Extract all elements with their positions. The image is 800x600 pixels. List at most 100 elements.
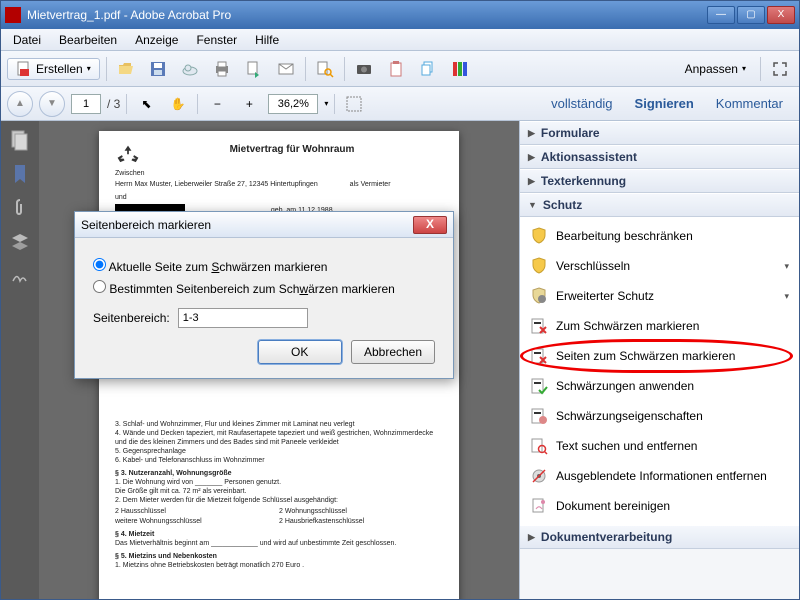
thumbnails-icon[interactable] (9, 129, 31, 151)
maximize-button[interactable]: ▢ (737, 6, 765, 24)
seitenbereich-dialog: Seitenbereich markieren X Aktuelle Seite… (74, 211, 454, 379)
menu-fenster[interactable]: Fenster (188, 31, 245, 49)
chevron-down-icon[interactable]: ▾ (324, 99, 328, 108)
doc-line: 6. Kabel- und Telefonanschluss im Wohnzi… (115, 456, 443, 465)
colorpicker-button[interactable] (447, 56, 473, 82)
close-button[interactable]: X (767, 6, 795, 24)
cloud-button[interactable] (177, 56, 203, 82)
zoom-in-button[interactable]: + (236, 91, 262, 117)
attachments-icon[interactable] (9, 197, 31, 219)
window-title: Mietvertrag_1.pdf - Adobe Acrobat Pro (27, 8, 707, 22)
export-button[interactable] (241, 56, 267, 82)
schutz-item-4[interactable]: Seiten zum Schwärzen markieren (520, 341, 799, 371)
plus-icon: + (246, 97, 253, 111)
doc-line: 1. Mietzins ohne Betriebskosten beträgt … (115, 561, 443, 570)
menu-hilfe[interactable]: Hilfe (247, 31, 287, 49)
doc-line: 4. Wände und Decken tapeziert, mit Raufa… (115, 429, 443, 438)
snapshot-button[interactable] (351, 56, 377, 82)
schutz-item-6[interactable]: Schwärzungseigenschaften (520, 401, 799, 431)
print-icon (213, 60, 231, 78)
option-page-range[interactable]: Bestimmten Seitenbereich zum Schwärzen m… (93, 280, 435, 296)
hand-tool-button[interactable]: ✋ (165, 91, 191, 117)
signatures-icon[interactable] (9, 265, 31, 287)
menu-datei[interactable]: Datei (5, 31, 49, 49)
combine-button[interactable] (415, 56, 441, 82)
range-input[interactable] (178, 308, 308, 328)
create-pdf-icon (16, 61, 32, 77)
clipboard-icon (387, 60, 405, 78)
chevron-right-icon: ▶ (528, 152, 535, 163)
anpassen-button[interactable]: Anpassen ▾ (677, 60, 754, 78)
schutz-item-9[interactable]: Dokument bereinigen (520, 491, 799, 521)
radio-current-page[interactable] (93, 258, 106, 271)
section-label: Formulare (541, 126, 600, 140)
email-button[interactable] (273, 56, 299, 82)
schutz-item-label: Erweiterter Schutz (556, 289, 654, 303)
menubar: Datei Bearbeiten Anzeige Fenster Hilfe (1, 29, 799, 51)
print-button[interactable] (209, 56, 235, 82)
doc-line: Das Mietverhältnis beginnt am __________… (115, 539, 443, 548)
section-label: Texterkennung (541, 174, 626, 188)
schutz-item-1[interactable]: Verschlüsseln▾ (520, 251, 799, 281)
zoom-input[interactable] (268, 94, 318, 114)
kommentar-link[interactable]: Kommentar (706, 92, 793, 115)
open-button[interactable] (113, 56, 139, 82)
doc-s3-head: § 3. Nutzeranzahl, Wohnungsgröße (115, 469, 443, 478)
select-tool-button[interactable]: ⬉ (133, 91, 159, 117)
schutz-item-label: Bearbeitung beschränken (556, 229, 693, 243)
ok-button[interactable]: OK (258, 340, 342, 364)
marquee-zoom-button[interactable] (341, 91, 367, 117)
prev-page-button[interactable]: ▲ (7, 91, 33, 117)
dialog-close-button[interactable]: X (413, 216, 447, 234)
find-button[interactable] (312, 56, 338, 82)
erstellen-label: Erstellen (36, 62, 83, 76)
cancel-button[interactable]: Abbrechen (351, 340, 435, 364)
section-aktionsassistent[interactable]: ▶Aktionsassistent (520, 145, 799, 169)
schutz-item-8[interactable]: Ausgeblendete Informationen entfernen (520, 461, 799, 491)
schutz-item-7[interactable]: Text suchen und entfernen (520, 431, 799, 461)
save-button[interactable] (145, 56, 171, 82)
section-schutz[interactable]: ▼Schutz (520, 193, 799, 217)
zoom-out-button[interactable]: − (204, 91, 230, 117)
section-dokumentverarbeitung[interactable]: ▶Dokumentverarbeitung (520, 525, 799, 549)
option-current-page[interactable]: Aktuelle Seite zum Schwärzen markieren (93, 258, 435, 274)
doc-key: weitere Wohnungsschlüssel (115, 517, 279, 526)
section-texterkennung[interactable]: ▶ Texterkennung (520, 169, 799, 193)
fullscreen-button[interactable] (767, 56, 793, 82)
schutz-item-3[interactable]: Zum Schwärzen markieren (520, 311, 799, 341)
minimize-button[interactable]: — (707, 6, 735, 24)
chevron-right-icon: ▶ (528, 176, 535, 187)
cleanup-icon (530, 497, 548, 515)
chevron-right-icon: ▶ (528, 128, 535, 139)
menu-anzeige[interactable]: Anzeige (127, 31, 186, 49)
radio-page-range[interactable] (93, 280, 106, 293)
signieren-link[interactable]: Signieren (625, 92, 704, 115)
next-page-button[interactable]: ▼ (39, 91, 65, 117)
schutz-item-5[interactable]: Schwärzungen anwenden (520, 371, 799, 401)
menu-bearbeiten[interactable]: Bearbeiten (51, 31, 125, 49)
bookmarks-icon[interactable] (9, 163, 31, 185)
page-arrow-icon (245, 60, 263, 78)
app-icon (5, 7, 21, 23)
schutz-item-0[interactable]: Bearbeitung beschränken (520, 221, 799, 251)
layers-icon[interactable] (9, 231, 31, 253)
titlebar: Mietvertrag_1.pdf - Adobe Acrobat Pro — … (1, 1, 799, 29)
doc-zwischen: Zwischen (115, 169, 443, 178)
document-viewport[interactable]: Mietvertrag für Wohnraum Zwischen Herrn … (39, 121, 519, 599)
shield-gear-icon (530, 287, 548, 305)
color-icon (451, 60, 469, 78)
clipboard-button[interactable] (383, 56, 409, 82)
chevron-down-icon: ▾ (742, 64, 746, 73)
marquee-icon (346, 96, 362, 112)
save-icon (149, 60, 167, 78)
range-label: Seitenbereich: (93, 311, 170, 325)
page-number-input[interactable] (71, 94, 101, 114)
schutz-item-2[interactable]: Erweiterter Schutz▾ (520, 281, 799, 311)
schutz-item-label: Schwärzungen anwenden (556, 379, 694, 393)
arrow-down-icon: ▼ (47, 98, 57, 109)
doc-s5-head: § 5. Mietzins und Nebenkosten (115, 552, 443, 561)
erstellen-button[interactable]: Erstellen ▾ (7, 58, 100, 80)
section-formulare[interactable]: ▶ Formulare (520, 121, 799, 145)
section-label: Dokumentverarbeitung (541, 530, 672, 544)
vollstaendig-link[interactable]: vollständig (541, 92, 622, 115)
